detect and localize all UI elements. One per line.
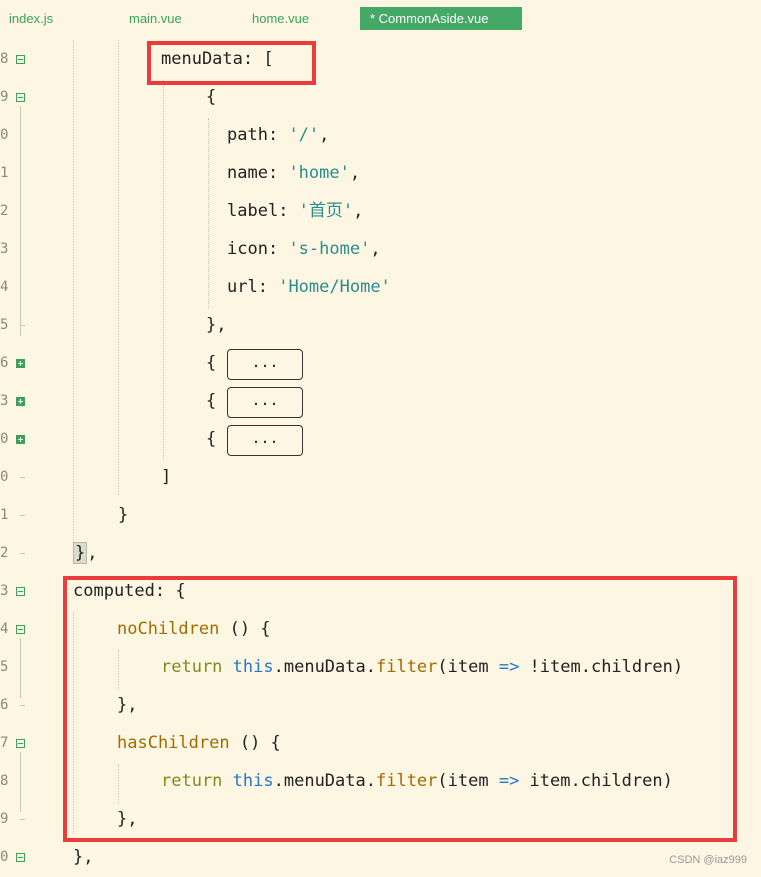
line-number: 7 [0,735,9,751]
punctuation: : [257,277,279,297]
code-text: }, [73,847,94,867]
line-number: 9 [0,811,9,827]
collapsed-region-button[interactable]: ... [227,349,303,380]
code-line: 8 menuData: [ [0,41,761,79]
property-name: label [227,201,279,221]
code-line: 1 } [0,497,761,535]
code-text: { [206,429,217,449]
line-number: 0 [0,469,9,485]
code-text: }, [206,315,227,335]
line-number: 0 [0,127,9,143]
line-number: 0 [0,431,9,447]
code-line: 0 }, [0,839,761,877]
line-number: 2 [0,203,9,219]
tab-index-js[interactable]: index.js [9,7,53,30]
code-text: path: '/', [227,125,329,145]
code-text: { [206,87,217,107]
code-line: 0 path: '/', [0,117,761,155]
fold-collapse-icon[interactable] [16,587,25,596]
code-line: 2 label: '首页', [0,193,761,231]
code-line: 2 }, [0,535,761,573]
property-name: url [227,277,258,297]
tab-main-vue[interactable]: main.vue [129,7,182,30]
fold-end-tick [20,515,25,516]
line-number: 4 [0,621,9,637]
fold-collapse-icon[interactable] [16,625,25,634]
string-literal: 'home' [288,163,350,183]
code-text: } [118,505,129,525]
fold-expand-icon[interactable] [16,397,25,406]
property-name: name [227,163,268,183]
punctuation: , [87,543,98,563]
line-number: 3 [0,393,9,409]
string-literal: 's-home' [288,239,371,259]
tab-home-vue[interactable]: home.vue [252,7,309,30]
collapsed-region-button[interactable]: ... [227,425,303,456]
line-number: 4 [0,279,9,295]
punctuation: , [370,239,381,259]
fold-collapse-icon[interactable] [16,853,25,862]
collapsed-region-button[interactable]: ... [227,387,303,418]
line-number: 5 [0,659,9,675]
code-text: label: '首页', [227,201,363,221]
code-text: url: 'Home/Home' [227,277,391,297]
line-number: 6 [0,355,9,371]
code-text: icon: 's-home', [227,239,381,259]
line-number: 1 [0,165,9,181]
fold-collapse-icon[interactable] [16,93,25,102]
tab-commonaside-vue[interactable]: * CommonAside.vue [360,7,522,30]
watermark: CSDN @iaz999 [669,854,747,866]
line-number: 9 [0,89,9,105]
code-line: 3 { ... [0,383,761,421]
string-literal: '/' [288,125,320,145]
line-number: 8 [0,51,9,67]
fold-end-tick [20,819,25,820]
matched-brace: } [73,542,88,564]
punctuation: , [319,125,330,145]
code-line: 1 name: 'home', [0,155,761,193]
line-number: 3 [0,583,9,599]
code-text: name: 'home', [227,163,360,183]
code-text: { [206,353,217,373]
string-literal: '首页' [298,201,354,221]
line-number: 1 [0,507,9,523]
line-number: 3 [0,241,9,257]
punctuation: , [353,201,364,221]
punctuation: : [278,201,299,221]
code-text: ] [161,467,172,487]
code-line: 6 { ... [0,345,761,383]
fold-end-tick [20,553,25,554]
line-number: 8 [0,773,9,789]
code-line: 3 icon: 's-home', [0,231,761,269]
fold-end-tick [20,705,25,706]
punctuation: : [267,125,289,145]
editor-tab-bar: index.js main.vue home.vue * CommonAside… [0,0,761,34]
code-line: 5 }, [0,307,761,345]
code-line: 0 ] [0,459,761,497]
line-number: 2 [0,545,9,561]
punctuation: : [267,239,289,259]
highlight-box-menudata [147,41,316,85]
code-line: 0 { ... [0,421,761,459]
fold-end-tick [20,477,25,478]
fold-collapse-icon[interactable] [16,55,25,64]
fold-expand-icon[interactable] [16,359,25,368]
property-name: icon [227,239,268,259]
fold-expand-icon[interactable] [16,435,25,444]
fold-collapse-icon[interactable] [16,739,25,748]
string-literal: 'Home/Home' [278,277,391,297]
property-name: path [227,125,268,145]
line-number: 0 [0,849,9,865]
code-line: 4 url: 'Home/Home' [0,269,761,307]
punctuation: , [349,163,361,183]
code-line: 9 { [0,79,761,117]
punctuation: : [267,163,289,183]
highlight-box-computed [63,576,737,842]
line-number: 5 [0,317,9,333]
fold-end-tick [20,325,25,326]
code-text: { [206,391,217,411]
line-number: 6 [0,697,9,713]
code-text: }, [73,542,98,564]
